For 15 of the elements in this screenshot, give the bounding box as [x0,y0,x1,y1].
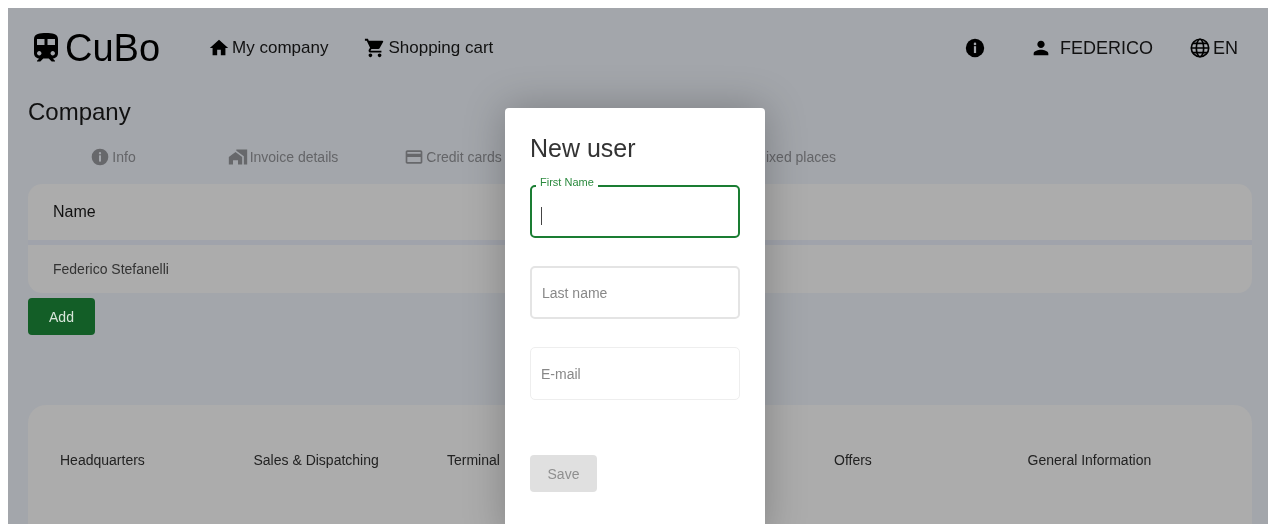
footer-link[interactable]: Sales & Dispatching [253,452,447,524]
footer-link[interactable]: General Information [1027,452,1221,524]
footer-link[interactable]: Headquarters [60,452,254,524]
user-menu[interactable]: FEDERICO [1029,37,1153,59]
nav-link[interactable]: My company [208,37,329,59]
add-button[interactable]: Add [28,298,95,335]
language-menu[interactable]: EN [1189,37,1238,59]
table-cell: Federico Stefanelli [53,261,169,277]
dialog-title: New user [530,134,637,163]
page-title: Company [28,98,132,127]
logo[interactable]: CuBo [65,26,161,70]
nav-link[interactable]: Shopping cart [364,37,494,59]
field-label: First Name [536,176,598,188]
column-header: Name [53,203,96,221]
footer-link[interactable]: Offers [834,452,1028,524]
